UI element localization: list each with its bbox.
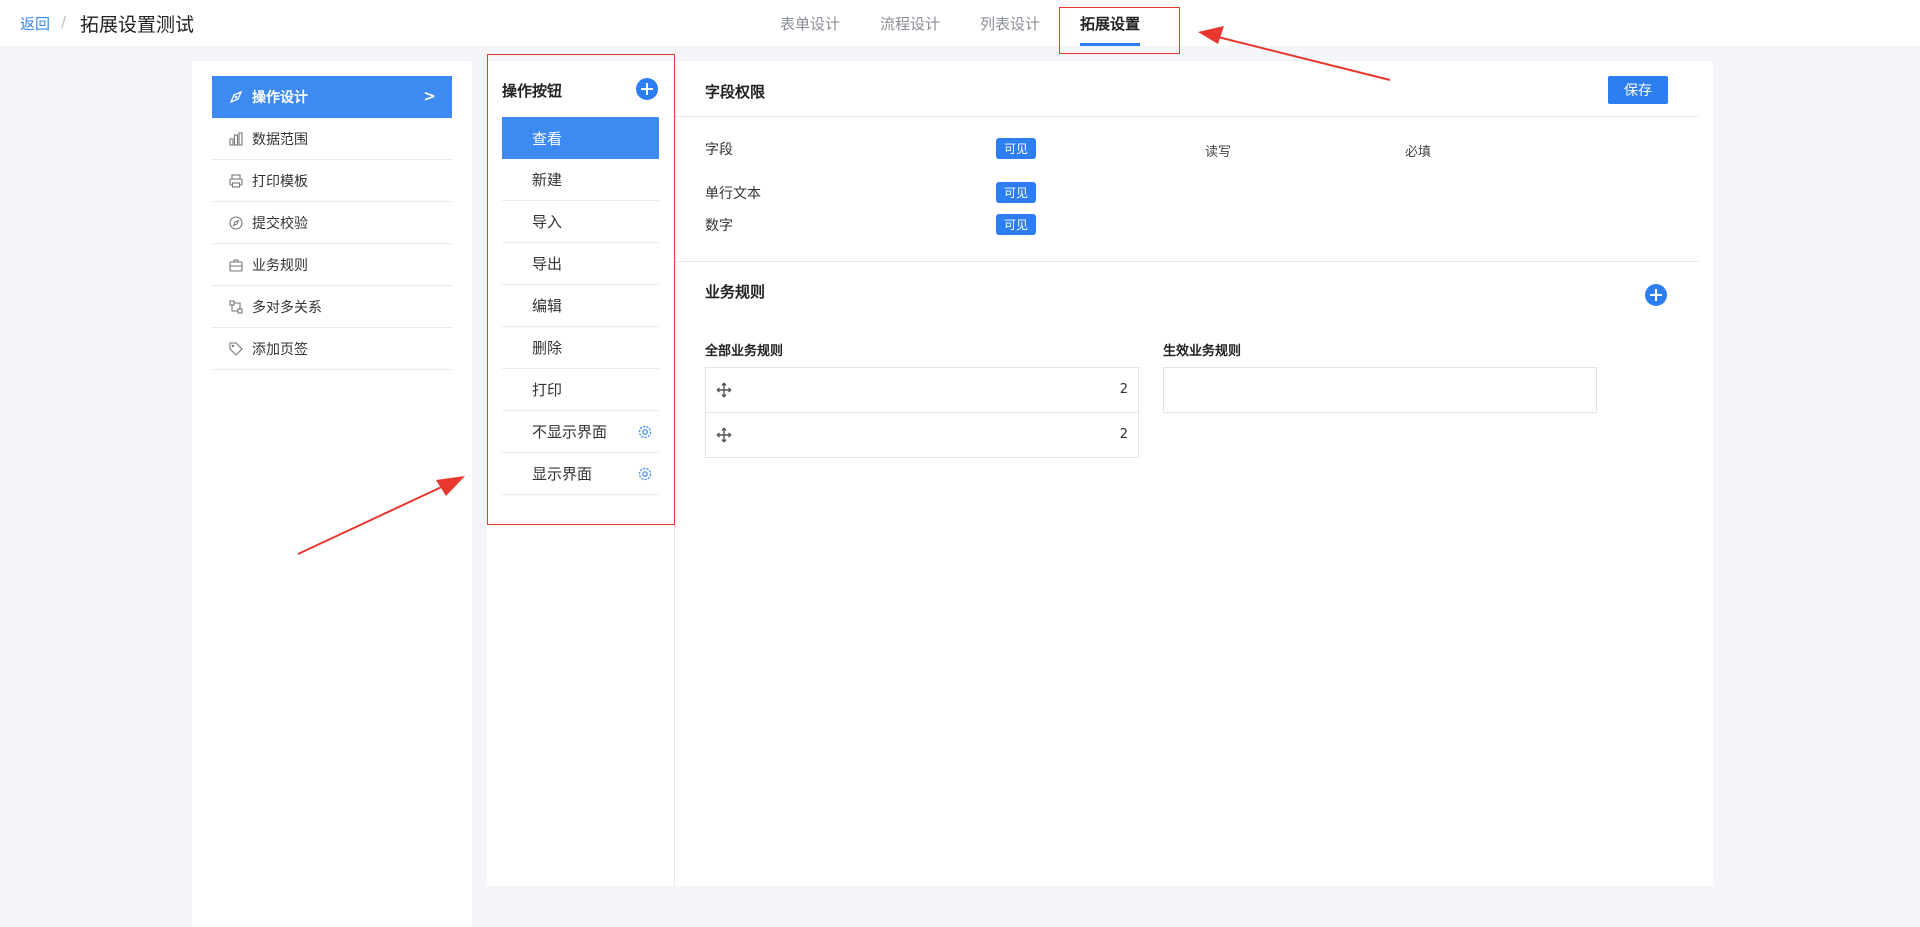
tab-list-design[interactable]: 列表设计 <box>980 13 1040 34</box>
visible-toggle-header[interactable]: 可见 <box>996 138 1036 159</box>
sidebar-item-submit-validation[interactable]: 提交校验 <box>212 202 452 244</box>
back-link[interactable]: 返回 <box>20 13 50 34</box>
visible-toggle[interactable]: 可见 <box>996 182 1036 203</box>
field-permissions-title: 字段权限 <box>705 83 766 101</box>
drag-handle-icon[interactable] <box>716 382 732 398</box>
page-title: 拓展设置测试 <box>80 14 195 36</box>
column-header-field: 字段 <box>705 142 733 158</box>
printer-icon <box>228 173 244 189</box>
compass-icon <box>228 215 244 231</box>
tab-form-design[interactable]: 表单设计 <box>780 13 840 34</box>
save-button[interactable]: 保存 <box>1608 76 1668 104</box>
rule-value: 2 <box>1119 382 1128 397</box>
left-nav-panel: 操作设计 > 数据范围 打印模板 提交校验 业务规则 多对多关系 添加页签 <box>192 61 472 927</box>
drag-handle-icon[interactable] <box>716 427 732 443</box>
sidebar-item-many-to-many[interactable]: 多对多关系 <box>212 286 452 328</box>
sidebar-item-print-template[interactable]: 打印模板 <box>212 160 452 202</box>
sidebar-item-operation-design[interactable]: 操作设计 > <box>212 76 452 118</box>
section-divider <box>675 116 1698 117</box>
column-header-required[interactable]: 必填 <box>1405 141 1431 160</box>
top-bar: 返回 / 拓展设置测试 表单设计 流程设计 列表设计 拓展设置 <box>0 0 1920 46</box>
chevron-right-icon: > <box>423 87 436 105</box>
rule-row[interactable]: 2 <box>706 368 1138 413</box>
annotation-highlight-operations <box>487 54 675 525</box>
column-header-read-write[interactable]: 读写 <box>1205 141 1231 160</box>
relation-icon <box>228 299 244 315</box>
sidebar-item-add-tab[interactable]: 添加页签 <box>212 328 452 370</box>
sidebar-item-business-rules[interactable]: 业务规则 <box>212 244 452 286</box>
bar-chart-icon <box>228 131 244 147</box>
sidebar-item-label: 操作设计 <box>252 90 308 106</box>
active-rules-list[interactable] <box>1163 367 1597 413</box>
sidebar-item-data-range[interactable]: 数据范围 <box>212 118 452 160</box>
active-rules-title: 生效业务规则 <box>1163 344 1242 359</box>
sidebar-item-label: 业务规则 <box>252 257 308 274</box>
all-rules-list: 2 2 <box>705 367 1139 458</box>
sidebar-item-label: 多对多关系 <box>252 299 322 316</box>
briefcase-icon <box>228 257 244 273</box>
business-rules-title: 业务规则 <box>705 283 766 301</box>
add-business-rule-button[interactable] <box>1645 284 1667 306</box>
tag-icon <box>228 341 244 357</box>
sidebar-item-label: 添加页签 <box>252 341 308 358</box>
rule-value: 2 <box>1119 427 1128 442</box>
design-icon <box>228 89 244 105</box>
sidebar-item-label: 提交校验 <box>252 215 308 232</box>
annotation-highlight-tab <box>1059 7 1180 54</box>
field-name: 单行文本 <box>705 186 761 202</box>
breadcrumb-separator: / <box>61 13 67 31</box>
sidebar-item-label: 数据范围 <box>252 131 308 148</box>
section-divider <box>675 261 1698 262</box>
tab-flow-design[interactable]: 流程设计 <box>880 13 940 34</box>
rule-row[interactable]: 2 <box>706 413 1138 458</box>
field-name: 数字 <box>705 218 733 234</box>
all-rules-title: 全部业务规则 <box>705 344 784 359</box>
visible-toggle[interactable]: 可见 <box>996 214 1036 235</box>
sidebar-item-label: 打印模板 <box>252 173 308 190</box>
